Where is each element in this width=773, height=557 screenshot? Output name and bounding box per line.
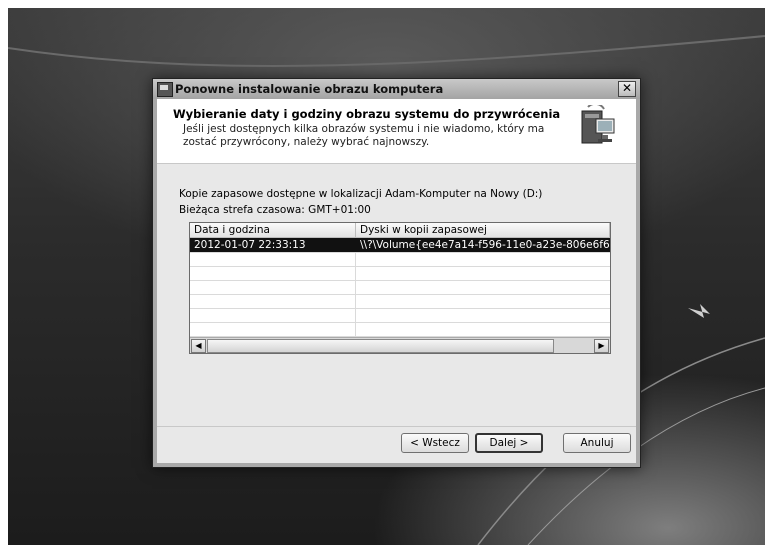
wizard-body: Kopie zapasowe dostępne w lokalizacji Ad… [157, 164, 636, 426]
list-rows: 2012-01-07 22:33:13 \\?\Volume{ee4e7a14-… [190, 238, 610, 337]
computer-backup-icon [581, 105, 615, 144]
scroll-thumb[interactable] [207, 339, 554, 353]
cell-disks: \\?\Volume{ee4e7a14-f596-11e0-a23e-806e6… [360, 239, 610, 251]
cell-date: 2012-01-07 22:33:13 [190, 238, 356, 252]
system-restore-icon [157, 82, 173, 97]
scroll-left-icon[interactable]: ◀ [191, 339, 206, 353]
back-button[interactable]: < Wstecz [401, 433, 469, 453]
close-button[interactable]: ✕ [618, 81, 636, 97]
empty-row [190, 308, 610, 323]
column-header-date[interactable]: Data i godzina [190, 223, 356, 237]
wizard-footer: < Wstecz Dalej > Anuluj [157, 426, 636, 463]
dialog-title: Ponowne instalowanie obrazu komputera [175, 82, 444, 96]
wizard-header: Wybieranie daty i godziny obrazu systemu… [157, 99, 636, 164]
scroll-right-icon[interactable]: ▶ [594, 339, 609, 353]
wizard-description: Jeśli jest dostępnych kilka obrazów syst… [183, 123, 545, 148]
cancel-button[interactable]: Anuluj [563, 433, 631, 453]
empty-row [190, 294, 610, 309]
empty-row [190, 322, 610, 337]
empty-row [190, 280, 610, 295]
empty-row [190, 252, 610, 267]
column-header-disks[interactable]: Dyski w kopii zapasowej [356, 223, 610, 237]
empty-row [190, 266, 610, 281]
backup-location-text: Kopie zapasowe dostępne w lokalizacji Ad… [179, 188, 543, 200]
reimage-dialog: Ponowne instalowanie obrazu komputera ✕ … [152, 78, 641, 468]
backup-list[interactable]: Data i godzina Dyski w kopii zapasowej 2… [189, 222, 611, 354]
next-button[interactable]: Dalej > [475, 433, 543, 453]
list-header: Data i godzina Dyski w kopii zapasowej [190, 223, 610, 238]
wizard-heading: Wybieranie daty i godziny obrazu systemu… [173, 107, 561, 121]
dialog-content: Wybieranie daty i godziny obrazu systemu… [157, 99, 636, 463]
title-bar: Ponowne instalowanie obrazu komputera ✕ [153, 79, 640, 99]
horizontal-scrollbar[interactable]: ◀ ▶ [190, 337, 610, 353]
table-row[interactable]: 2012-01-07 22:33:13 \\?\Volume{ee4e7a14-… [190, 238, 610, 253]
timezone-text: Bieżąca strefa czasowa: GMT+01:00 [179, 204, 371, 216]
